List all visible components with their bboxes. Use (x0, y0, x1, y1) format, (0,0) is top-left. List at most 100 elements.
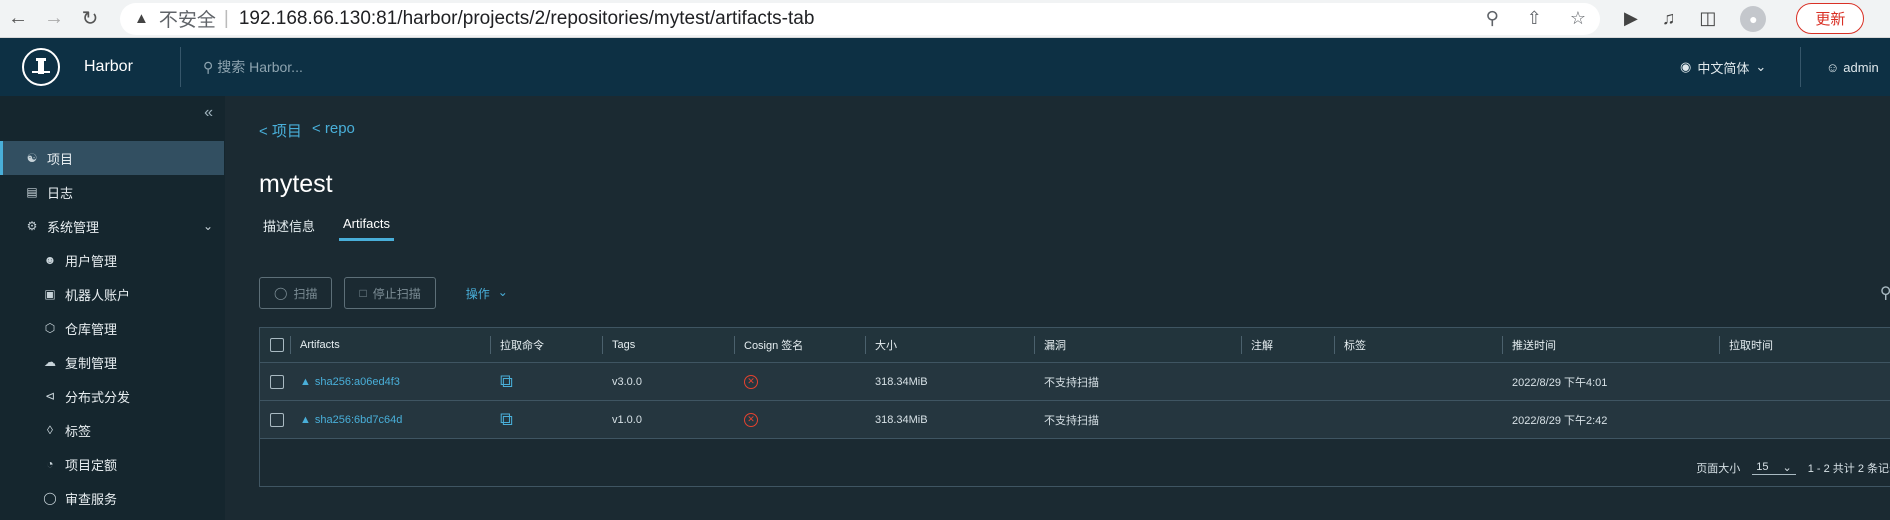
search-icon[interactable]: ⚲ (1880, 283, 1890, 303)
stop-scan-button[interactable]: □ 停止扫描 (344, 277, 436, 309)
breadcrumb-repo[interactable]: < repo (312, 120, 355, 141)
cosign-cell: ✕ (734, 363, 865, 400)
quota-icon: ◔ (46, 457, 54, 471)
update-button[interactable]: 更新 (1796, 3, 1865, 34)
unsigned-x-icon: ✕ (744, 374, 758, 389)
breadcrumb: < 项目 < repo (259, 120, 355, 141)
artifact-link[interactable]: ▲ sha256:6bd7c64d (300, 414, 402, 426)
brand-name[interactable]: Harbor (84, 58, 180, 76)
scan-button[interactable]: ◯ 扫描 (259, 277, 333, 309)
user-name: admin (1843, 59, 1879, 75)
annotations-cell (1241, 363, 1334, 400)
media-icon[interactable]: ♫ (1662, 8, 1676, 29)
page-size-select[interactable]: 15 ⌄ (1752, 461, 1796, 475)
bookmark-star-icon[interactable]: ☆ (1570, 8, 1586, 29)
column-header-tags[interactable]: Tags (602, 328, 734, 362)
pull-time-cell (1719, 401, 1890, 438)
url-path: :81/harbor/projects/2/repositories/mytes… (370, 7, 815, 29)
zoom-icon[interactable]: ⚲ (1486, 8, 1499, 29)
row-checkbox[interactable] (270, 374, 284, 389)
tab-artifacts[interactable]: Artifacts (339, 216, 394, 241)
sidebar-item-quotas[interactable]: ◔ 项目定额 (0, 447, 225, 481)
artifact-digest: sha256:a06ed4f3 (314, 375, 400, 388)
artifacts-table: Artifacts 拉取命令 Tags Cosign 签名 大小 漏洞 注解 标… (259, 327, 1890, 487)
copy-icon[interactable]: ⧉ (500, 409, 513, 430)
sidebar-item-logs[interactable]: ▤ 日志 (0, 175, 225, 209)
global-search[interactable]: ⚲ 搜索 Harbor... (203, 57, 303, 77)
pull-command-cell: ⧉ (490, 363, 602, 400)
extensions-icon[interactable]: ▶ (1624, 8, 1638, 29)
chevron-down-icon: ⌄ (202, 219, 213, 233)
actions-dropdown[interactable]: 操作 ⌄ (466, 285, 508, 302)
sidebar-item-label: 项目定额 (65, 457, 118, 473)
sidebar-item-robot-accounts[interactable]: ▣ 机器人账户 (0, 277, 225, 311)
scan-label: 扫描 (293, 286, 318, 301)
column-header-pull-command[interactable]: 拉取命令 (490, 328, 602, 362)
header-divider-right (1800, 47, 1801, 87)
tab-bar: 描述信息 Artifacts (259, 216, 414, 241)
language-label: 中文简体 (1697, 60, 1750, 76)
harbor-logo-icon[interactable] (22, 48, 60, 86)
search-icon: ⚲ (203, 58, 214, 75)
artifact-cell: ▲ sha256:6bd7c64d (290, 401, 490, 438)
warning-icon: ▲ (134, 10, 149, 27)
back-icon[interactable]: ← (0, 3, 36, 35)
column-header-annotations[interactable]: 注解 (1241, 328, 1334, 362)
column-header-labels[interactable]: 标签 (1334, 328, 1502, 362)
search-input[interactable]: 搜索 Harbor... (217, 57, 303, 77)
shield-check-icon: ◯ (274, 286, 288, 300)
sidebar-item-label: 日志 (47, 185, 74, 201)
tags-cell: v1.0.0 (612, 413, 642, 426)
header-divider (180, 47, 181, 87)
distribution-icon: ⊲ (44, 389, 56, 403)
sidebar-item-registries[interactable]: ⬡ 仓库管理 (0, 311, 225, 345)
column-header-cosign[interactable]: Cosign 签名 (734, 328, 865, 362)
cosign-cell: ✕ (734, 401, 865, 438)
user-menu[interactable]: ☺ admin (1826, 38, 1879, 96)
browser-toolbar: ← → ↻ ▲ 不安全 | 192.168.66.130 :81/harbor/… (0, 0, 1890, 38)
column-header-pull-time[interactable]: 拉取时间 (1719, 328, 1890, 362)
sidebar-item-labels[interactable]: ◊ 标签 (0, 413, 225, 447)
collapse-sidebar-icon[interactable]: « (204, 104, 213, 122)
users-icon: ☻ (43, 253, 57, 267)
annotations-cell (1241, 401, 1334, 438)
pull-command-cell: ⧉ (490, 401, 602, 438)
select-all-checkbox[interactable] (270, 338, 284, 352)
profile-avatar-icon[interactable]: ● (1740, 5, 1767, 32)
address-bar[interactable]: ▲ 不安全 | 192.168.66.130 :81/harbor/projec… (120, 2, 1600, 35)
language-selector[interactable]: ◉ 中文简体 ⌄ (1680, 38, 1766, 96)
sidebar-item-label: 分布式分发 (65, 389, 131, 405)
chevron-down-icon: ⌄ (1755, 59, 1767, 74)
share-icon[interactable]: ⇧ (1527, 8, 1542, 29)
robot-icon: ▣ (44, 287, 56, 301)
row-checkbox[interactable] (270, 412, 284, 427)
sidebar-item-interrogation-services[interactable]: ◯ 审查服务 (0, 481, 225, 515)
sidebar-item-replications[interactable]: ☁ 复制管理 (0, 345, 225, 379)
side-panel-icon[interactable]: ◫ (1699, 8, 1716, 29)
chevron-down-icon: ⌄ (1782, 462, 1792, 474)
tab-info[interactable]: 描述信息 (259, 216, 319, 241)
forward-icon[interactable]: → (36, 3, 72, 35)
artifact-link[interactable]: ▲ sha256:a06ed4f3 (300, 376, 400, 388)
globe-icon: ◉ (1680, 59, 1692, 74)
push-time-cell: 2022/8/29 下午4:01 (1512, 376, 1608, 389)
breadcrumb-projects[interactable]: < 项目 (259, 120, 302, 141)
copy-icon[interactable]: ⧉ (500, 371, 513, 392)
registry-icon: ⬡ (44, 321, 56, 335)
sidebar-item-distributions[interactable]: ⊲ 分布式分发 (0, 379, 225, 413)
column-header-size[interactable]: 大小 (865, 328, 1034, 362)
sidebar-item-projects[interactable]: ☯ 项目 (0, 141, 224, 175)
row-select-cell (260, 401, 290, 438)
column-header-push-time[interactable]: 推送时间 (1502, 328, 1719, 362)
column-header-artifacts[interactable]: Artifacts (290, 328, 490, 362)
docker-icon: ▲ (300, 413, 311, 426)
sidebar-item-administration[interactable]: ⚙ 系统管理 ⌄ (0, 209, 225, 243)
url-separator: | (223, 7, 229, 29)
sidebar-item-users[interactable]: ☻ 用户管理 (0, 243, 225, 277)
stop-scan-label: 停止扫描 (372, 286, 421, 301)
tags-cell: v3.0.0 (612, 375, 642, 388)
reload-icon[interactable]: ↻ (72, 3, 108, 35)
table-row: ▲ sha256:a06ed4f3 ⧉ v3.0.0 ✕ 318.34MiB 不… (260, 363, 1890, 401)
sidebar-item-label: 标签 (65, 423, 92, 439)
column-header-vulnerabilities[interactable]: 漏洞 (1034, 328, 1241, 362)
